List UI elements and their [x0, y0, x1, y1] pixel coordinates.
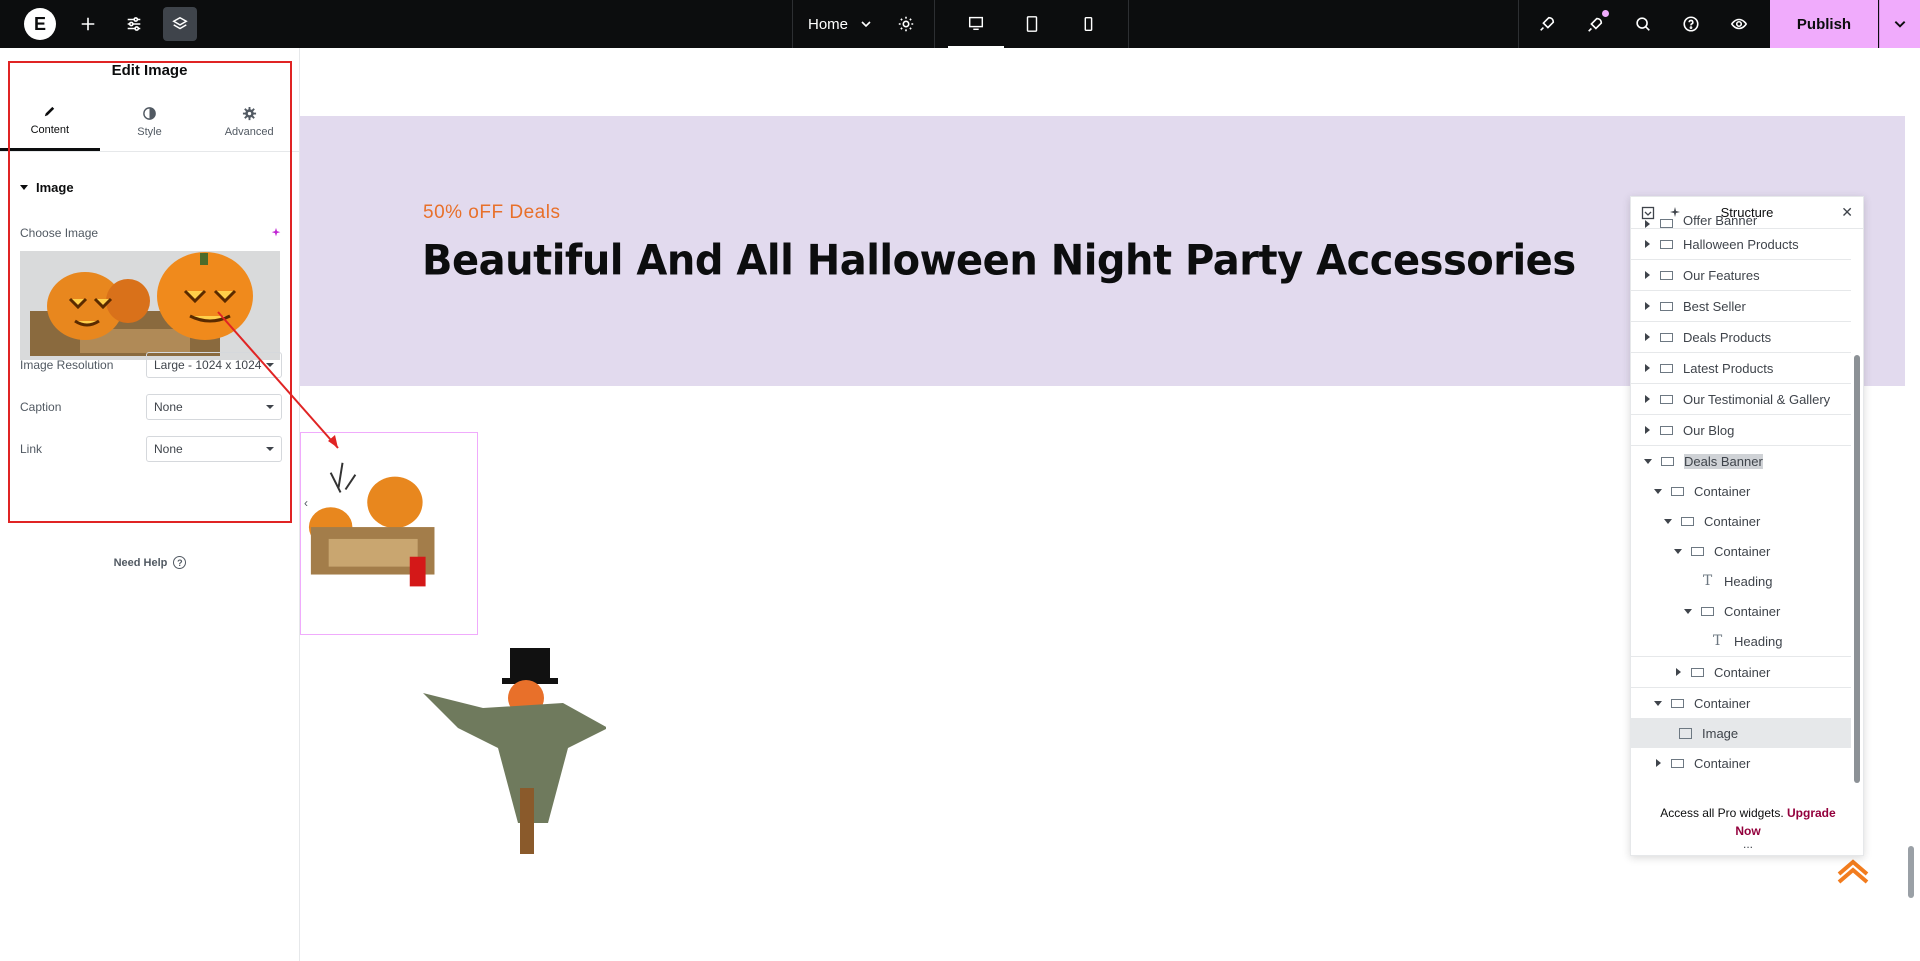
container-icon	[1660, 270, 1673, 280]
structure-item[interactable]: Container	[1631, 688, 1851, 718]
structure-item[interactable]: Container	[1631, 506, 1851, 536]
structure-list: Offer Banner Halloween Products Our Feat…	[1631, 214, 1851, 778]
caret-right-icon	[1645, 333, 1650, 341]
container-icon	[1671, 486, 1684, 496]
structure-item-label: Container	[1714, 543, 1771, 559]
caret-right-icon	[1676, 668, 1681, 676]
image-icon	[1679, 727, 1692, 739]
caret-right-icon	[1645, 302, 1650, 310]
upgrade-notice: Access all Pro widgets. Upgrade Now	[1631, 804, 1863, 840]
container-icon	[1691, 546, 1704, 556]
structure-item[interactable]: Halloween Products	[1631, 229, 1851, 260]
structure-item[interactable]: Our Testimonial & Gallery	[1631, 384, 1851, 415]
caret-right-icon	[1645, 220, 1650, 228]
heading-icon: T	[1712, 633, 1723, 649]
structure-item[interactable]: Container	[1631, 748, 1851, 778]
structure-item-label: Container	[1704, 513, 1761, 529]
caret-down-icon	[1654, 488, 1662, 494]
structure-item[interactable]: T Heading	[1631, 566, 1851, 596]
structure-item-label: Container	[1694, 483, 1751, 499]
container-icon	[1691, 667, 1704, 677]
structure-item-image-selected[interactable]: Image	[1631, 718, 1851, 748]
caret-right-icon	[1645, 240, 1650, 248]
structure-panel: Structure ✕ Offer Banner Halloween Produ…	[1630, 196, 1864, 856]
container-icon	[1661, 456, 1674, 466]
caret-right-icon	[1645, 426, 1650, 434]
structure-item[interactable]: Best Seller	[1631, 291, 1851, 322]
structure-item[interactable]: Container	[1631, 657, 1851, 688]
structure-item-label: Our Features	[1683, 267, 1760, 283]
structure-item-label: Our Testimonial & Gallery	[1683, 391, 1831, 407]
structure-item[interactable]: T Heading	[1631, 626, 1851, 657]
structure-item-deals-banner[interactable]: Deals Banner	[1631, 446, 1851, 476]
structure-item-label: Container	[1694, 755, 1751, 771]
caret-down-icon	[1674, 548, 1682, 554]
container-icon	[1701, 606, 1714, 616]
container-icon	[1660, 363, 1673, 373]
upgrade-text: Access all Pro widgets.	[1660, 806, 1784, 820]
structure-item-label: Deals Products	[1683, 329, 1772, 345]
structure-item-label: Heading	[1734, 633, 1783, 649]
container-icon	[1660, 394, 1673, 404]
structure-item[interactable]: Container	[1631, 536, 1851, 566]
container-icon	[1660, 239, 1673, 249]
structure-item-label: Our Blog	[1683, 422, 1735, 438]
caret-down-icon	[1654, 700, 1662, 706]
structure-item-label: Image	[1702, 725, 1739, 741]
container-icon	[1671, 698, 1684, 708]
structure-item[interactable]: Latest Products	[1631, 353, 1851, 384]
structure-item-label: Container	[1714, 664, 1771, 680]
structure-item[interactable]: Container	[1631, 596, 1851, 626]
more-handle[interactable]: ...	[1631, 837, 1863, 851]
structure-item[interactable]: Deals Products	[1631, 322, 1851, 353]
container-icon	[1660, 219, 1673, 228]
container-icon	[1660, 301, 1673, 311]
structure-scrollbar[interactable]	[1854, 355, 1860, 783]
structure-item-label: Container	[1694, 695, 1751, 711]
structure-item[interactable]: Offer Banner	[1631, 214, 1851, 229]
container-icon	[1660, 332, 1673, 342]
structure-item-label: Latest Products	[1683, 360, 1774, 376]
structure-item-label: Best Seller	[1683, 298, 1746, 314]
caret-right-icon	[1645, 364, 1650, 372]
caret-down-icon	[1664, 518, 1672, 524]
structure-item-label: Container	[1724, 603, 1781, 619]
structure-item[interactable]: Our Blog	[1631, 415, 1851, 446]
heading-icon: T	[1702, 573, 1713, 589]
structure-item[interactable]: Our Features	[1631, 260, 1851, 291]
structure-item-label: Offer Banner	[1683, 214, 1758, 228]
caret-down-icon	[1684, 608, 1692, 614]
container-icon	[1681, 516, 1694, 526]
structure-item-label: Deals Banner	[1684, 453, 1763, 469]
caret-right-icon	[1645, 271, 1650, 279]
caret-down-icon	[1644, 458, 1652, 464]
caret-right-icon	[1656, 759, 1661, 767]
structure-item-label: Halloween Products	[1683, 236, 1799, 252]
container-icon	[1660, 425, 1673, 435]
structure-item[interactable]: Container	[1631, 476, 1851, 506]
container-icon	[1671, 758, 1684, 768]
caret-right-icon	[1645, 395, 1650, 403]
structure-item-label: Heading	[1724, 573, 1773, 589]
